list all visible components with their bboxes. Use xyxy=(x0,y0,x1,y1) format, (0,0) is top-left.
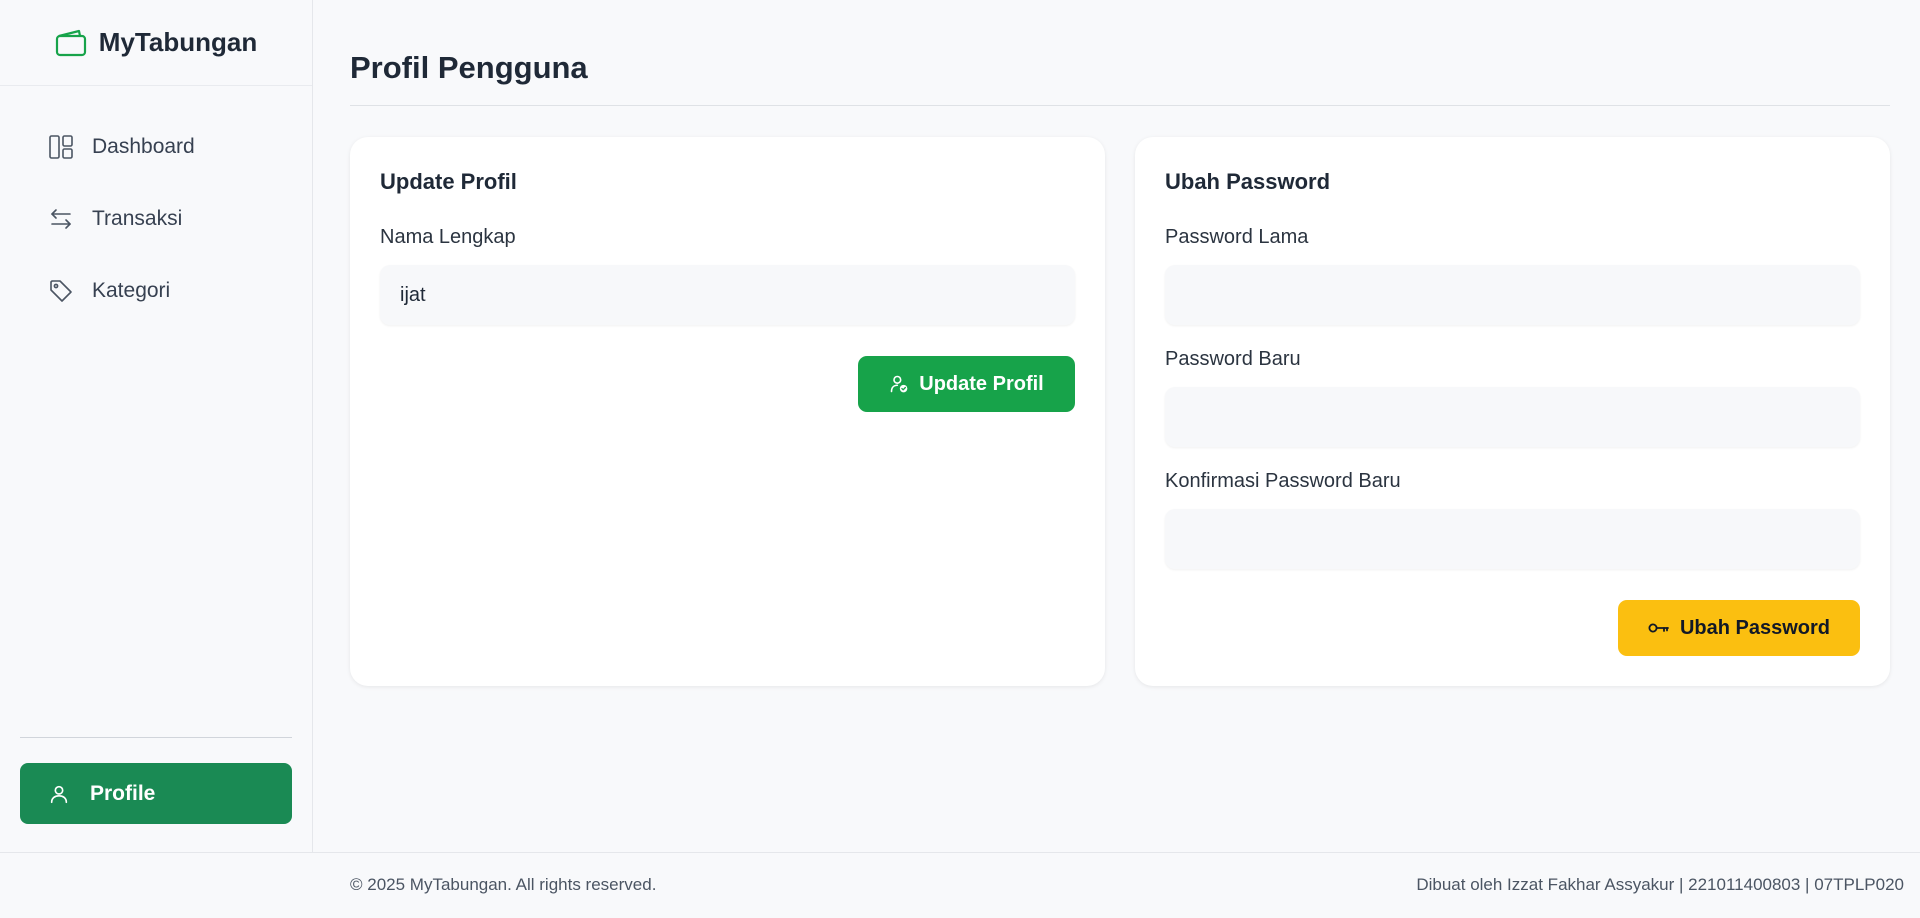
change-password-card: Ubah Password Password Lama Password Bar… xyxy=(1135,137,1890,686)
dashboard-icon xyxy=(48,134,74,160)
user-check-icon xyxy=(889,374,909,394)
tag-icon xyxy=(48,278,74,304)
brand-name: MyTabungan xyxy=(98,27,258,57)
sidebar-item-label: Transaksi xyxy=(92,207,183,230)
page-title: Profil Pengguna xyxy=(350,50,588,85)
footer-copyright: © 2025 MyTabungan. All rights reserved. xyxy=(350,875,657,894)
old-password-label: Password Lama xyxy=(1165,226,1309,248)
title-divider xyxy=(350,105,1890,106)
footer-credit: Dibuat oleh Izzat Fakhar Assyakur | 2210… xyxy=(1416,875,1904,894)
sidebar-nav: Dashboard Transaksi Kategori xyxy=(0,86,312,327)
sidebar-item-label: Kategori xyxy=(92,279,171,302)
sidebar-item-kategori[interactable]: Kategori xyxy=(0,255,312,327)
update-profile-button[interactable]: Update Profil xyxy=(858,356,1075,412)
footer: © 2025 MyTabungan. All rights reserved. … xyxy=(0,852,1920,918)
sidebar-item-transaksi[interactable]: Transaksi xyxy=(0,183,312,255)
key-icon xyxy=(1648,621,1670,635)
full-name-label: Nama Lengkap xyxy=(380,226,516,248)
new-password-input[interactable] xyxy=(1165,387,1860,447)
sidebar-item-label: Dashboard xyxy=(92,135,195,158)
full-name-input[interactable] xyxy=(380,265,1075,325)
new-password-label: Password Baru xyxy=(1165,348,1301,370)
confirm-password-input[interactable] xyxy=(1165,509,1860,569)
confirm-password-label: Konfirmasi Password Baru xyxy=(1165,470,1401,492)
card-title: Ubah Password xyxy=(1165,169,1331,194)
old-password-input[interactable] xyxy=(1165,265,1860,325)
sidebar: MyTabungan Dashboard Transaksi Kategori … xyxy=(0,0,313,852)
user-icon xyxy=(48,783,70,805)
sidebar-item-dashboard[interactable]: Dashboard xyxy=(0,111,312,183)
sidebar-item-label: Profile xyxy=(90,781,156,805)
card-title: Update Profil xyxy=(380,169,517,194)
sidebar-divider xyxy=(20,737,292,738)
button-label: Ubah Password xyxy=(1679,616,1831,639)
button-label: Update Profil xyxy=(919,372,1044,395)
transfer-arrows-icon xyxy=(48,206,74,232)
update-profile-card: Update Profil Nama Lengkap Update Profil xyxy=(350,137,1105,686)
change-password-button[interactable]: Ubah Password xyxy=(1618,600,1860,656)
brand[interactable]: MyTabungan xyxy=(0,0,312,86)
wallet-icon xyxy=(55,29,87,57)
sidebar-item-profile[interactable]: Profile xyxy=(20,763,292,824)
